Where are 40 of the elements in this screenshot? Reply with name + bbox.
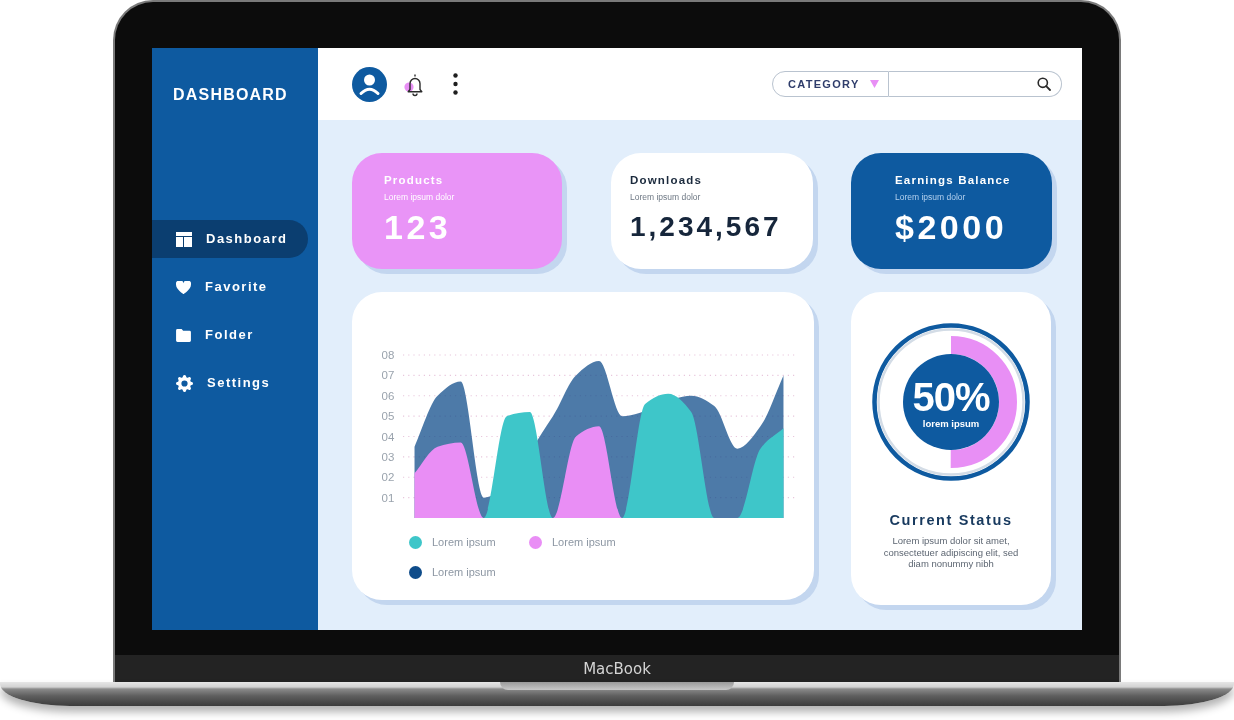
stat-subtitle: Lorem ipsum dolor (630, 192, 701, 202)
settings-icon (176, 374, 193, 392)
stat-subtitle: Lorem ipsum dolor (895, 192, 966, 202)
caret-icon (869, 80, 879, 88)
brand-label: MacBook (583, 659, 651, 678)
stat-value: $2000 (895, 207, 1008, 247)
axis-label: 06 (381, 389, 395, 402)
stat-value: 123 (384, 207, 452, 247)
legend-label: Lorem ipsum (552, 535, 616, 549)
nav-item[interactable]: Dashboard (152, 220, 308, 258)
axis-label: 02 (381, 471, 395, 484)
stat-subtitle: Lorem ipsum dolor (384, 192, 455, 202)
heart-icon (176, 280, 191, 294)
status-title: Current Status (889, 511, 1013, 529)
search-field[interactable] (889, 71, 1062, 97)
stat-title: Earnings Balance (895, 173, 1011, 187)
nav-item[interactable]: Settings (176, 374, 271, 392)
nav-item[interactable]: Folder (176, 326, 254, 344)
progress-reading: 50% (912, 376, 990, 417)
legend-label: Lorem ipsum (432, 535, 496, 549)
axis-label: 03 (381, 450, 395, 463)
progress-caption: lorem ipsum (922, 417, 980, 430)
more-options-icon[interactable] (453, 73, 458, 95)
axis-label: 04 (381, 430, 395, 443)
axis-label: 05 (381, 410, 395, 423)
layout-icon (176, 231, 192, 247)
search-icon[interactable] (1037, 77, 1051, 91)
nav-item[interactable]: Favorite (176, 278, 268, 296)
stat-value: 1,234,567 (630, 210, 782, 244)
axis-label: 08 (381, 349, 395, 361)
user-avatar-icon[interactable] (352, 66, 387, 102)
stat-title: Products (384, 173, 444, 187)
stat-title: Downloads (630, 173, 703, 187)
sidebar-title: DASHBOARD (173, 86, 288, 104)
legend-label: Lorem ipsum (432, 565, 496, 579)
axis-label: 07 (381, 369, 395, 382)
category-dropdown[interactable]: CATEGORY (772, 71, 889, 97)
status-description: Lorem ipsum dolor sit amet, consectetuer adipiscing elit, sed diam nonummy nibh (882, 535, 1020, 570)
axis-label: 01 (381, 491, 395, 504)
folder-icon (176, 328, 191, 342)
